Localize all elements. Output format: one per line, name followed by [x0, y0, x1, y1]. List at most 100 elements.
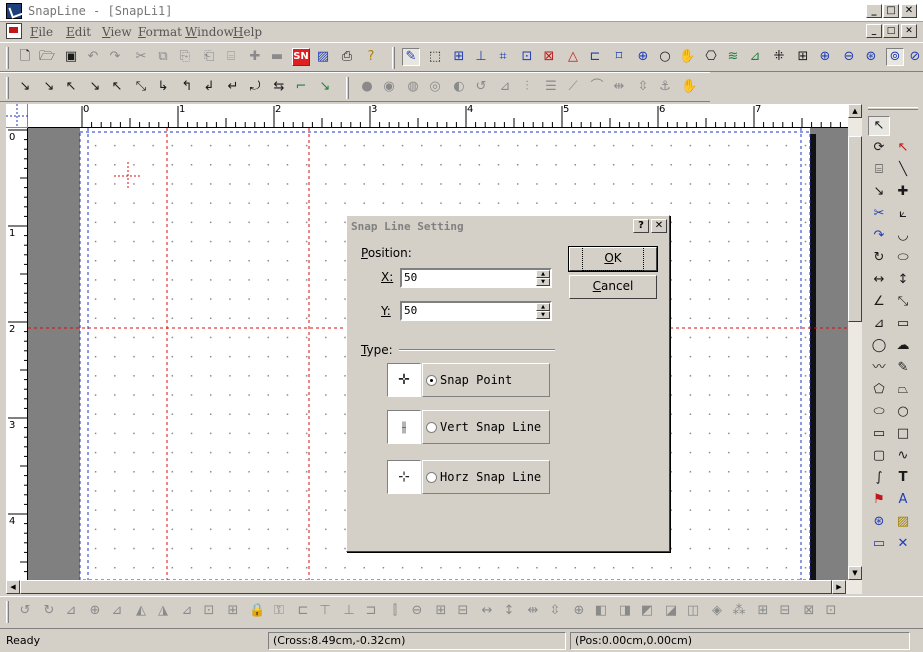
snap-corner-icon[interactable]: ⊏ [586, 48, 604, 66]
horizontal-scrollbar[interactable]: ◀ ▶ [6, 580, 862, 594]
horz-snap-line-radio[interactable] [426, 472, 437, 483]
cancel-button[interactable]: Cancel [569, 275, 657, 299]
undo-icon[interactable]: ↶ [84, 48, 102, 66]
grid-icon[interactable]: ⊞ [450, 48, 468, 66]
curve-tool-icon[interactable]: ⌒ [588, 78, 606, 96]
x-position-input[interactable]: 50 ▲ ▼ [400, 268, 552, 288]
image-icon[interactable]: ▨ [314, 48, 332, 66]
spiral-tool-icon[interactable]: ↻ [868, 248, 890, 268]
shape-op-3-icon[interactable]: ◍ [404, 78, 422, 96]
arc-tool-icon[interactable]: ↷ [868, 226, 890, 246]
edit-mode-icon[interactable]: ✎ [402, 48, 420, 66]
scroll-up-button[interactable]: ▲ [848, 104, 862, 118]
freehand-tool-icon[interactable]: 〰 [868, 358, 890, 378]
scroll-left-button[interactable]: ◀ [6, 580, 20, 594]
align-center-v-icon[interactable]: ⊖ [408, 602, 426, 620]
round-callout-tool-icon[interactable]: ◯ [868, 336, 890, 356]
horizontal-scroll-thumb[interactable] [20, 580, 832, 594]
h-dimension-tool-icon[interactable]: ↔ [868, 270, 890, 290]
text-tool-icon[interactable]: T [892, 468, 914, 488]
angle-tool-icon[interactable]: ∠ [868, 292, 890, 312]
menu-window[interactable]: Window [185, 25, 234, 39]
redo-icon[interactable]: ↷ [106, 48, 124, 66]
v-dimension-tool-icon[interactable]: ↕ [892, 270, 914, 290]
rotate-left-icon[interactable]: ↺ [16, 602, 34, 620]
document-icon[interactable] [6, 23, 22, 39]
rotate-right-icon[interactable]: ↻ [40, 602, 58, 620]
order-1-icon[interactable]: ◫ [684, 602, 702, 620]
delete-tool-icon[interactable]: ✕ [892, 534, 914, 554]
align-left-icon[interactable]: ⊏ [294, 602, 312, 620]
ellipse-outline-tool-icon[interactable]: ⬭ [892, 248, 914, 268]
cross-tool-icon[interactable]: ✚ [892, 182, 914, 202]
order-2-icon[interactable]: ◈ [708, 602, 726, 620]
vertical-scrollbar[interactable]: ▲ ▼ [848, 104, 862, 580]
connector-14-icon[interactable]: ↘ [316, 78, 334, 96]
square-tool-icon[interactable]: □ [892, 424, 914, 444]
scissor-tool-icon[interactable]: ✂ [868, 204, 890, 224]
connector-11-icon[interactable]: ⤾ [246, 78, 264, 96]
table-2-icon[interactable]: ⊟ [776, 602, 794, 620]
connector-7-icon[interactable]: ↳ [154, 78, 172, 96]
curve-tool-icon[interactable]: ∫ [868, 468, 890, 488]
y-spin-down-button[interactable]: ▼ [536, 311, 550, 319]
snap-object-icon[interactable]: ⊡ [518, 48, 536, 66]
connector-2-icon[interactable]: ↘ [40, 78, 58, 96]
snap-line-button[interactable]: SN [292, 48, 310, 66]
horizontal-ruler[interactable]: 0 1 2 3 4 5 6 7 [28, 104, 854, 128]
maximize-button[interactable]: □ [883, 4, 899, 18]
shape-op-1-icon[interactable]: ● [358, 78, 376, 96]
center-h-icon[interactable]: ⊞ [432, 602, 450, 620]
rotate-icon[interactable]: ↺ [472, 78, 490, 96]
close-button[interactable]: ✕ [901, 4, 917, 18]
trapezoid-tool-icon[interactable]: ⏢ [892, 380, 914, 400]
mirror-icon[interactable]: ⇹ [610, 78, 628, 96]
copy-icon[interactable]: ⧉ [154, 48, 172, 66]
x-spin-down-button[interactable]: ▼ [536, 278, 550, 286]
snap-triangle-icon[interactable]: △ [564, 48, 582, 66]
art-text-tool-icon[interactable]: A [892, 490, 914, 510]
line-tool-icon[interactable]: ╲ [892, 160, 914, 180]
snap-point-option[interactable]: Snap Point [422, 363, 550, 397]
connector-5-icon[interactable]: ↖ [108, 78, 126, 96]
shape-op-4-icon[interactable]: ◎ [426, 78, 444, 96]
cloud-callout-tool-icon[interactable]: ☁ [892, 336, 914, 356]
center-page-icon[interactable]: ⊕ [570, 602, 588, 620]
skew-v-icon[interactable]: ⊿ [178, 602, 196, 620]
zoom-area-icon[interactable]: ⊚ [886, 48, 904, 66]
ole-object-tool-icon[interactable]: ⊛ [868, 512, 890, 532]
rotate-tool-icon[interactable]: ⟳ [868, 138, 890, 158]
align-top-icon[interactable]: ⊤ [316, 602, 334, 620]
y-position-input[interactable]: 50 ▲ ▼ [400, 301, 552, 321]
rounded-rect-tool-icon[interactable]: ▢ [868, 446, 890, 466]
wave-tool-icon[interactable]: ∿ [892, 446, 914, 466]
table-icon[interactable]: ⊞ [794, 48, 812, 66]
same-height-icon[interactable]: ↕ [500, 602, 518, 620]
polyline-tool-icon[interactable]: ⟀ [892, 204, 914, 224]
picture-tool-icon[interactable]: ▨ [892, 512, 914, 532]
skew-icon[interactable]: ⊿ [496, 78, 514, 96]
toolbar-grip[interactable] [6, 47, 9, 69]
ruler-corner[interactable] [6, 104, 28, 128]
x-spin-up-button[interactable]: ▲ [536, 270, 550, 278]
x-spinner[interactable]: ▲ ▼ [536, 270, 550, 286]
node-tool-icon[interactable]: ↖ [892, 138, 914, 158]
scroll-right-button[interactable]: ▶ [832, 580, 846, 594]
connector-6-icon[interactable]: ⤡ [132, 78, 150, 96]
scroll-down-button[interactable]: ▼ [848, 566, 862, 580]
toolbox-grip[interactable] [868, 107, 918, 110]
align-icon[interactable]: ⁜ [770, 48, 788, 66]
remove-icon[interactable]: ▬ [268, 48, 286, 66]
minimize-button[interactable]: _ [866, 4, 882, 18]
window-tool-icon[interactable]: ▭ [868, 534, 890, 554]
horz-snap-line-option[interactable]: Horz Snap Line [422, 460, 550, 494]
connector-10-icon[interactable]: ↵ [224, 78, 242, 96]
pen-tool-icon[interactable]: ✎ [892, 358, 914, 378]
center-v-icon[interactable]: ⊟ [454, 602, 472, 620]
ungroup-icon[interactable]: ⊞ [224, 602, 242, 620]
flag-text-tool-icon[interactable]: ⚑ [868, 490, 890, 510]
vertical-ruler[interactable]: 0 1 2 3 4 [6, 128, 28, 580]
vert-snap-line-option[interactable]: Vert Snap Line [422, 410, 550, 444]
connector-4-icon[interactable]: ↘ [86, 78, 104, 96]
ellipse-tool-icon[interactable]: ⬭ [868, 402, 890, 422]
